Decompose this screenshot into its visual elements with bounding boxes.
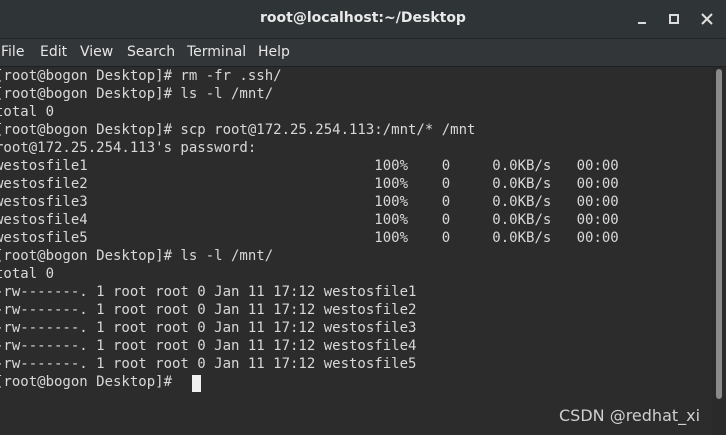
minimize-icon (638, 22, 646, 24)
terminal-line: [root@bogon Desktop]# ls -l /mnt/ (0, 86, 274, 102)
window-title: root@localhost:~/Desktop (260, 10, 466, 26)
terminal-line: [root@bogon Desktop]# ls -l /mnt/ (0, 248, 274, 264)
maximize-icon (669, 14, 679, 24)
menu-view[interactable]: View (80, 44, 113, 60)
terminal-line: total 0 (0, 104, 55, 120)
title-bar: root@localhost:~/Desktop (0, 0, 726, 39)
terminal-line: root@172.25.254.113's password: (0, 140, 257, 156)
terminal-output[interactable]: [root@bogon Desktop]# rm -fr .ssh/ [root… (0, 67, 712, 435)
terminal-line: [root@bogon Desktop]# rm -fr .ssh/ (0, 68, 282, 84)
terminal-line: -rw-------. 1 root root 0 Jan 11 17:12 w… (0, 356, 417, 372)
close-button[interactable] (697, 9, 717, 29)
terminal-cursor (192, 375, 201, 392)
menu-help[interactable]: Help (258, 44, 290, 60)
scrollbar-thumb[interactable] (716, 69, 722, 399)
terminal-line: westosfile4 100% 0 0.0KB/s 00:00 (0, 212, 619, 228)
terminal-line: westosfile2 100% 0 0.0KB/s 00:00 (0, 176, 619, 192)
terminal-prompt: [root@bogon Desktop]# (0, 374, 181, 390)
terminal-line: -rw-------. 1 root root 0 Jan 11 17:12 w… (0, 320, 417, 336)
terminal-line: total 0 (0, 266, 55, 282)
terminal-line: -rw-------. 1 root root 0 Jan 11 17:12 w… (0, 302, 417, 318)
minimize-button[interactable] (632, 9, 652, 29)
menu-terminal[interactable]: Terminal (187, 44, 246, 60)
terminal-line: westosfile1 100% 0 0.0KB/s 00:00 (0, 158, 619, 174)
menu-search[interactable]: Search (127, 44, 175, 60)
terminal-line: westosfile3 100% 0 0.0KB/s 00:00 (0, 194, 619, 210)
terminal-line: [root@bogon Desktop]# scp root@172.25.25… (0, 122, 476, 138)
vertical-scrollbar[interactable] (712, 67, 726, 435)
watermark: CSDN @redhat_xi (559, 406, 701, 425)
terminal-line: -rw-------. 1 root root 0 Jan 11 17:12 w… (0, 284, 417, 300)
maximize-button[interactable] (664, 9, 684, 29)
menu-edit[interactable]: Edit (40, 44, 67, 60)
menu-bar: File Edit View Search Terminal Help (0, 39, 726, 67)
close-icon (701, 13, 713, 25)
terminal-line: -rw-------. 1 root root 0 Jan 11 17:12 w… (0, 338, 417, 354)
terminal-line: westosfile5 100% 0 0.0KB/s 00:00 (0, 230, 619, 246)
menu-file[interactable]: File (1, 44, 24, 60)
